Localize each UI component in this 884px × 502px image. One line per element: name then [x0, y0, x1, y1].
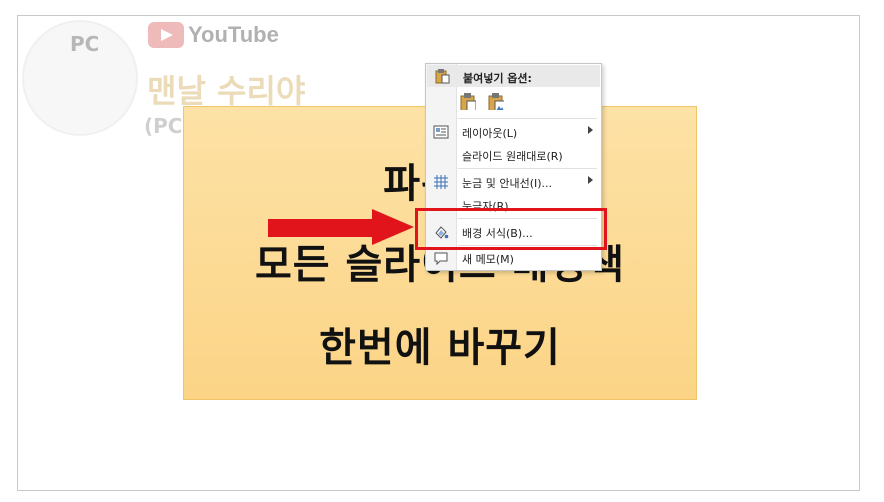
paste-as-picture-icon[interactable]	[488, 92, 504, 110]
paste-keep-format-icon[interactable]	[460, 92, 476, 110]
youtube-label: YouTube	[188, 22, 279, 47]
menu-item-label: 슬라이드 원래대로(R)	[462, 150, 563, 163]
submenu-arrow-icon	[588, 126, 593, 134]
menu-item-grid-guides[interactable]: 눈금 및 안내선(I)...	[426, 171, 601, 193]
grid-icon	[434, 175, 448, 189]
paste-options-header: 붙여넣기 옵션:	[427, 65, 600, 87]
logo-pc-text: PC	[70, 32, 100, 56]
menu-item-label: 레이아웃(L)	[462, 127, 518, 140]
menu-item-label: 새 메모(M)	[462, 253, 514, 266]
menu-item-reset-slide[interactable]: 슬라이드 원래대로(R)	[426, 144, 601, 166]
paste-icon	[435, 69, 450, 84]
menu-item-new-comment[interactable]: 새 메모(M)	[426, 247, 601, 269]
comment-icon	[434, 252, 448, 266]
paste-options-label: 붙여넣기 옵션:	[463, 72, 532, 85]
layout-icon	[433, 125, 449, 139]
menu-item-label: 눈금 및 안내선(I)...	[462, 177, 553, 190]
menu-separator	[458, 118, 597, 119]
youtube-badge: YouTube	[148, 22, 279, 48]
highlight-box	[415, 208, 607, 250]
submenu-arrow-icon	[588, 176, 593, 184]
menu-item-layout[interactable]: 레이아웃(L)	[426, 121, 601, 143]
red-arrow-icon	[268, 209, 414, 245]
menu-separator	[458, 168, 597, 169]
youtube-play-icon	[148, 22, 184, 48]
slide-title-line-3: 한번에 바꾸기	[319, 325, 561, 371]
